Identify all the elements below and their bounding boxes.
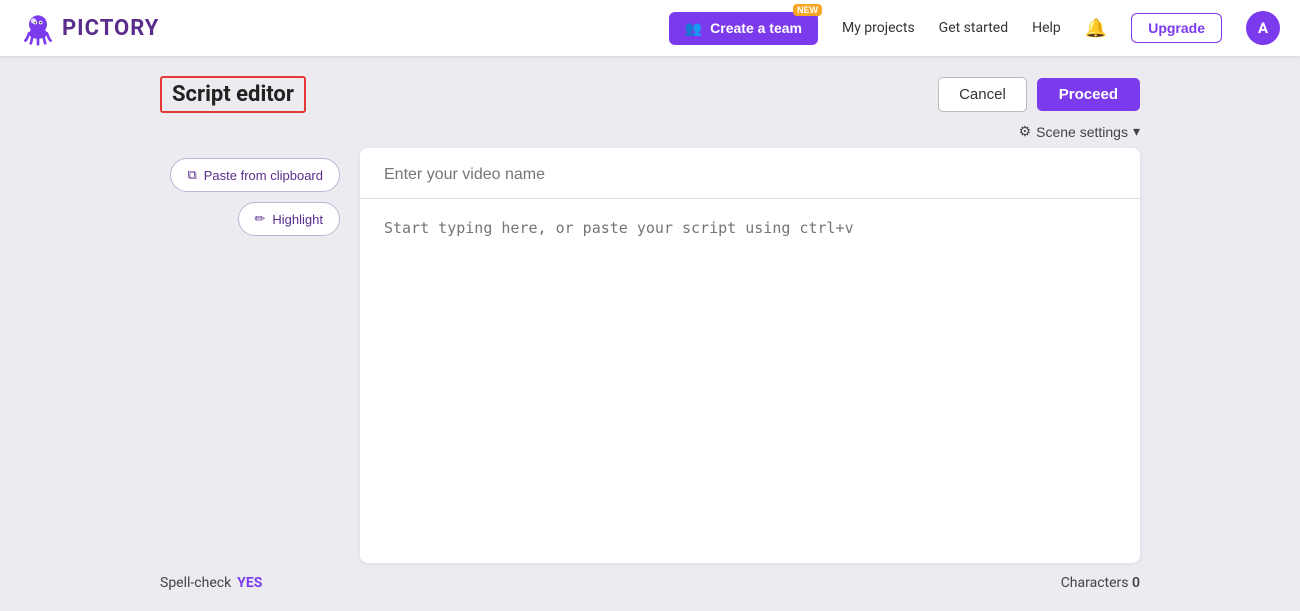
avatar[interactable]: A [1246,11,1280,45]
create-team-label: Create a team [710,20,802,36]
scene-settings-label: Scene settings [1036,124,1128,140]
spell-check-toggle[interactable]: YES [237,575,262,591]
characters-area: Characters 0 [1061,575,1140,591]
team-icon: 👥 [685,20,702,37]
paste-icon: ⧉ [187,167,196,183]
header-row: Script editor Cancel Proceed [160,76,1140,113]
gear-icon: ⚙ [1019,123,1032,140]
highlight-label: Highlight [272,212,323,227]
main-content: Script editor Cancel Proceed ⚙ Scene set… [0,56,1300,611]
new-badge: NEW [793,4,822,16]
video-name-input[interactable] [360,148,1140,199]
proceed-button[interactable]: Proceed [1037,78,1140,111]
logo-text: PICTORY [62,16,159,41]
upgrade-button[interactable]: Upgrade [1131,13,1222,43]
highlight-button[interactable]: ✏ Highlight [238,202,341,236]
navbar: PICTORY 👥 Create a team NEW My projects … [0,0,1300,56]
script-editor-box [360,148,1140,563]
my-projects-link[interactable]: My projects [842,20,915,36]
spell-check-area: Spell-check YES [160,575,262,591]
logo: PICTORY [20,10,159,46]
sidebar-tools: ⧉ Paste from clipboard ✏ Highlight [160,148,360,563]
spell-check-label: Spell-check [160,575,231,591]
nav-links: 👥 Create a team NEW My projects Get star… [669,11,1280,45]
footer-bar: Spell-check YES Characters 0 [160,567,1140,591]
paste-from-clipboard-button[interactable]: ⧉ Paste from clipboard [170,158,340,192]
paste-label: Paste from clipboard [204,168,323,183]
cancel-button[interactable]: Cancel [938,77,1027,112]
help-link[interactable]: Help [1032,20,1061,36]
bell-icon[interactable]: 🔔 [1085,18,1107,39]
logo-icon [20,10,56,46]
scene-settings-button[interactable]: ⚙ Scene settings ▾ [1019,123,1140,140]
page-title: Script editor [160,76,306,113]
scene-settings-row: ⚙ Scene settings ▾ [160,123,1140,140]
characters-label: Characters [1061,575,1129,591]
editor-wrapper: ⧉ Paste from clipboard ✏ Highlight [160,148,1140,563]
script-textarea[interactable] [360,199,1140,563]
header-actions: Cancel Proceed [938,77,1140,112]
characters-count: 0 [1132,575,1140,591]
get-started-link[interactable]: Get started [939,20,1008,36]
highlight-icon: ✏ [255,211,266,227]
chevron-down-icon: ▾ [1133,123,1140,140]
create-team-button[interactable]: 👥 Create a team NEW [669,12,818,45]
